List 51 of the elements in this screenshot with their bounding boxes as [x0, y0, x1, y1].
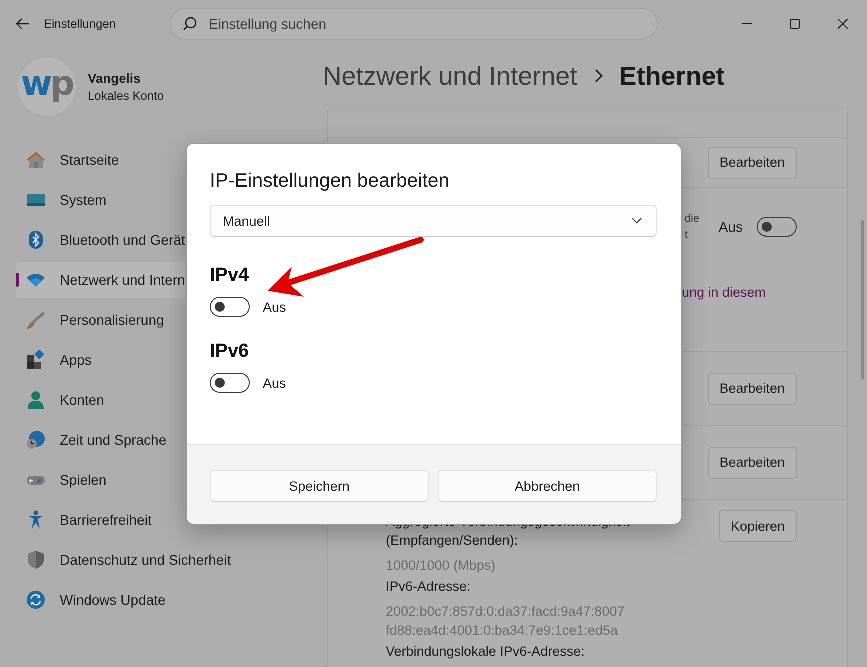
accessibility-icon: [26, 510, 46, 530]
avatar-logo: wp: [18, 58, 76, 116]
property-label: Verbindungslokale IPv6-Adresse:: [386, 643, 586, 661]
sidebar-item[interactable]: Barrierefreiheit: [16, 502, 310, 538]
settings-link[interactable]: ung in diesem: [682, 285, 766, 300]
toggle-state: Aus: [263, 376, 286, 390]
maximize-icon[interactable]: [790, 19, 800, 29]
sidebar-item[interactable]: Windows Update: [16, 582, 310, 618]
breadcrumb-link[interactable]: Netzwerk und Internet: [323, 60, 578, 92]
setting-description: die: [684, 212, 701, 226]
search-icon: [183, 17, 197, 31]
property-value: fd88:ea4d:4001:0:ba34:7e9:1ce1:ed5a: [386, 622, 619, 640]
person-icon: [26, 390, 46, 410]
sidebar-item[interactable]: Zeit und Sprache: [16, 422, 310, 458]
toggle-switch[interactable]: [757, 216, 797, 236]
chevron-right-icon: [595, 69, 604, 83]
page-title: Ethernet: [619, 60, 725, 92]
mode-dropdown[interactable]: Manuell: [210, 205, 657, 237]
shield-icon: [26, 550, 46, 570]
apps-icon: [26, 350, 46, 370]
brush-icon: [26, 310, 46, 330]
toggle-switch[interactable]: [210, 373, 250, 393]
property-value: 2002:b0c7:857d:0:da37:facd:9a47:8007: [386, 603, 626, 621]
toggle-state: Aus: [718, 218, 743, 234]
copy-button[interactable]: Kopieren: [718, 510, 797, 542]
bluetooth-icon: [26, 230, 46, 250]
toggle-switch[interactable]: [210, 297, 250, 317]
home-icon: [26, 150, 46, 170]
back-icon[interactable]: [16, 18, 30, 30]
dialog-title: IP-Einstellungen bearbeiten: [210, 170, 451, 193]
section-heading: IPv6: [210, 341, 250, 363]
globe-clock-icon: [26, 430, 46, 450]
account-name: Vangelis: [88, 71, 142, 86]
update-icon: [26, 590, 46, 610]
cancel-button[interactable]: Abbrechen: [438, 470, 657, 502]
account-type: Lokales Konto: [88, 89, 164, 103]
property-value: 1000/1000 (Mbps): [386, 557, 497, 575]
property-label: IPv6-Adresse:: [386, 578, 472, 596]
close-icon[interactable]: [838, 19, 848, 29]
edit-button[interactable]: Bearbeiten: [708, 446, 797, 478]
chevron-down-icon: [632, 218, 642, 224]
search-field[interactable]: Einstellung suchen: [170, 8, 658, 40]
sidebar-item[interactable]: Datenschutz und Sicherheit: [16, 542, 310, 578]
scrollbar[interactable]: [861, 220, 864, 380]
section-heading: IPv4: [210, 265, 250, 287]
edit-button[interactable]: Bearbeiten: [708, 146, 797, 178]
toggle-state: Aus: [263, 300, 286, 314]
window-title: Einstellungen: [44, 17, 118, 31]
save-button[interactable]: Speichern: [210, 470, 429, 502]
setting-description: t: [684, 228, 689, 242]
edit-button[interactable]: Bearbeiten: [708, 372, 797, 404]
